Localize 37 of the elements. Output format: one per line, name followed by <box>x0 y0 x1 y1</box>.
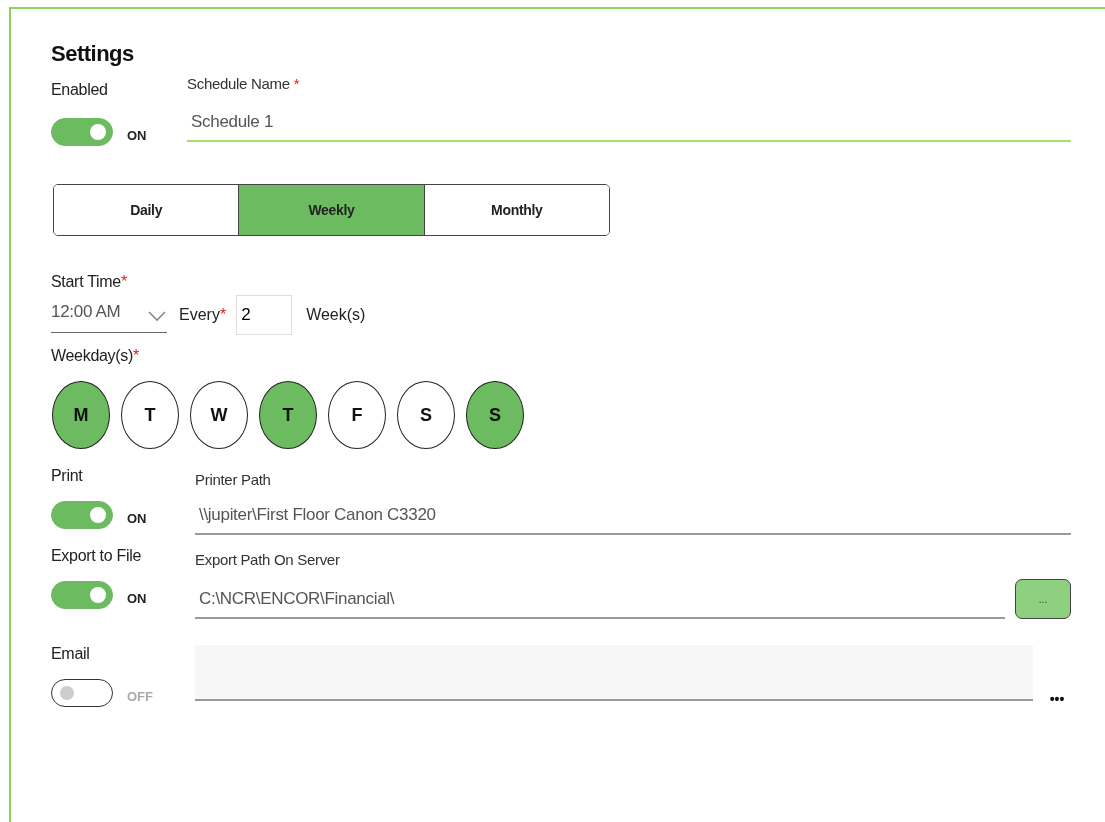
output-toggle[interactable] <box>51 501 113 529</box>
weekday-button[interactable]: W <box>190 381 248 449</box>
schedule-name-label: Schedule Name * <box>187 75 301 92</box>
output-label: Print <box>51 467 84 485</box>
weekdays-label: Weekday(s)* <box>51 347 140 365</box>
start-time-select[interactable]: 12:00 AM <box>51 297 167 333</box>
weekday-button[interactable]: S <box>397 381 455 449</box>
output-toggle[interactable] <box>51 679 113 707</box>
frequency-tab[interactable]: Weekly <box>239 185 425 235</box>
path-field[interactable]: C:\NCR\ENCOR\Financial\ <box>195 583 1005 619</box>
output-label: Email <box>51 645 91 663</box>
settings-title: Settings <box>51 41 135 68</box>
path-field[interactable]: \\jupiter\First Floor Canon C3320 <box>195 499 1071 535</box>
frequency-tab[interactable]: Daily <box>54 185 240 235</box>
start-time-label: Start Time* <box>51 273 128 291</box>
unit-label: Week(s) <box>306 306 366 324</box>
chevron-down-icon <box>147 309 167 322</box>
path-label: Printer Path <box>195 471 272 488</box>
output-label: Export to File <box>51 547 143 565</box>
more-button[interactable]: ••• <box>1043 691 1071 707</box>
weekday-button[interactable]: S <box>466 381 524 449</box>
weekday-button[interactable]: F <box>328 381 386 449</box>
weekday-button[interactable]: T <box>121 381 179 449</box>
toggle-state: OFF <box>127 688 153 704</box>
browse-button[interactable]: ... <box>1015 579 1071 619</box>
path-label: Export Path On Server <box>195 551 341 568</box>
every-field[interactable]: 2 <box>236 295 293 335</box>
toggle-state: ON <box>127 127 147 143</box>
output-toggle[interactable] <box>51 581 113 609</box>
weekday-button[interactable]: T <box>259 381 317 449</box>
every-label: Every* <box>179 306 227 324</box>
enabled-toggle[interactable] <box>51 118 113 146</box>
enabled-label: Enabled <box>51 81 109 99</box>
weekday-button[interactable]: M <box>52 381 110 449</box>
schedule-name-field[interactable]: Schedule 1 <box>187 106 1071 142</box>
toggle-state: ON <box>127 590 147 606</box>
toggle-state: ON <box>127 510 147 526</box>
